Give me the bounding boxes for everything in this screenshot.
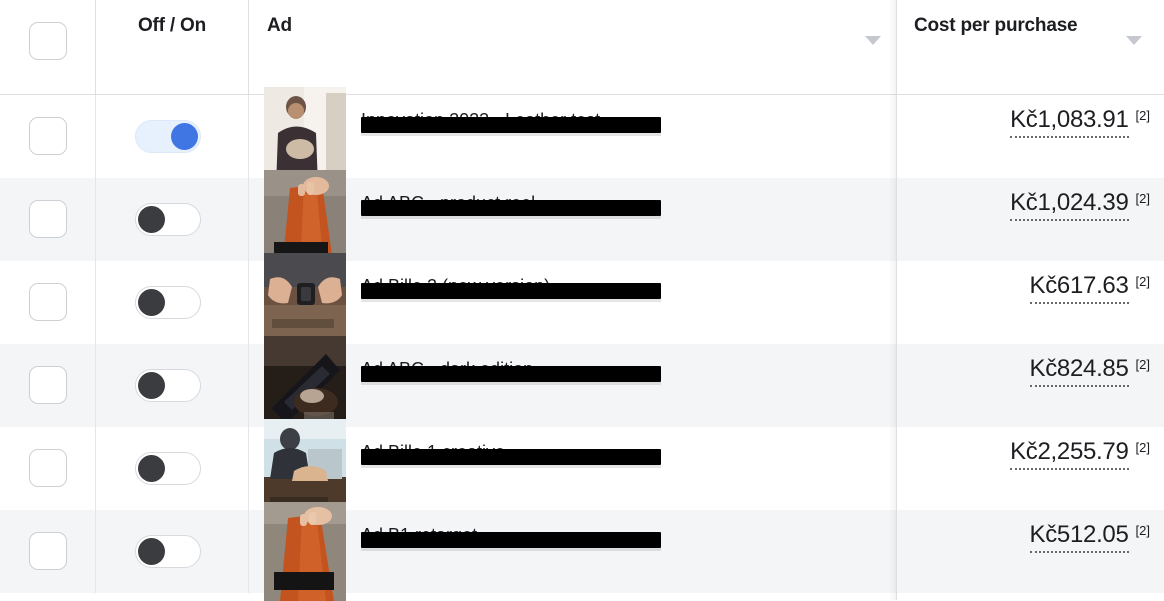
row-ad-cell: Ad ABC - product reel (248, 170, 896, 269)
row-cost-cell: Kč2,255.79 [2] (896, 427, 1164, 510)
toggle-knob (171, 123, 198, 150)
row-select-cell (0, 427, 95, 510)
column-header-onoff: Off / On (95, 0, 248, 94)
footnote-marker[interactable]: [2] (1136, 522, 1150, 539)
table-row[interactable]: Innovation 2023 - Leather test Kč1,083.91… (0, 87, 1164, 186)
footnote-marker[interactable]: [2] (1136, 356, 1150, 373)
onoff-toggle[interactable] (135, 369, 201, 402)
cost-per-purchase: Kč1,083.91 [2] (1010, 105, 1150, 138)
row-select-cell (0, 178, 95, 261)
cost-per-purchase-value[interactable]: Kč1,024.39 (1010, 188, 1129, 221)
chevron-down-icon[interactable] (865, 36, 881, 45)
redaction-bar (361, 449, 661, 468)
table-row[interactable]: Ad ABC - product reel Kč1,024.39 [2] (0, 170, 1164, 269)
column-header-select (0, 0, 95, 94)
row-cost-cell: Kč1,083.91 [2] (896, 95, 1164, 178)
table-row[interactable]: Ad Bille 1 creative Kč2,255.79 [2] (0, 419, 1164, 518)
row-onoff-cell (95, 427, 248, 510)
footnote-marker[interactable]: [2] (1136, 273, 1150, 290)
row-select-cell (0, 344, 95, 427)
row-onoff-cell (95, 178, 248, 261)
row-checkbox[interactable] (29, 117, 67, 155)
row-onoff-cell (95, 344, 248, 427)
row-ad-cell: Innovation 2023 - Leather test (248, 87, 896, 186)
row-checkbox[interactable] (29, 449, 67, 487)
onoff-toggle[interactable] (135, 120, 201, 153)
row-checkbox[interactable] (29, 200, 67, 238)
cost-per-purchase: Kč1,024.39 [2] (1010, 188, 1150, 221)
footnote-marker[interactable]: [2] (1136, 190, 1150, 207)
row-checkbox[interactable] (29, 366, 67, 404)
row-cost-cell: Kč512.05 [2] (896, 510, 1164, 593)
cost-per-purchase: Kč512.05 [2] (1029, 520, 1150, 553)
toggle-knob (138, 206, 165, 233)
cost-per-purchase-value[interactable]: Kč824.85 (1029, 354, 1129, 387)
row-ad-cell: Ad ABC - dark edition (248, 336, 896, 435)
table-body: Innovation 2023 - Leather test Kč1,083.91… (0, 87, 1164, 601)
toggle-knob (138, 289, 165, 316)
row-checkbox[interactable] (29, 532, 67, 570)
onoff-toggle[interactable] (135, 452, 201, 485)
table-row[interactable]: Ad B1 retarget Kč512.05 [2] (0, 502, 1164, 601)
table-header-row: Off / On Ad Cost per purchase (0, 0, 1164, 95)
select-all-checkbox[interactable] (29, 22, 67, 60)
row-cost-cell: Kč824.85 [2] (896, 344, 1164, 427)
redaction-bar (361, 366, 661, 385)
cost-per-purchase-value[interactable]: Kč2,255.79 (1010, 437, 1129, 470)
table-row[interactable]: Ad ABC - dark edition Kč824.85 [2] (0, 336, 1164, 435)
row-onoff-cell (95, 510, 248, 593)
row-ad-cell: Ad Bille 1 creative (248, 419, 896, 518)
cost-per-purchase-value[interactable]: Kč512.05 (1029, 520, 1129, 553)
cost-per-purchase: Kč2,255.79 [2] (1010, 437, 1150, 470)
column-header-onoff-label: Off / On (137, 15, 207, 36)
toggle-knob (138, 455, 165, 482)
cost-per-purchase-value[interactable]: Kč617.63 (1029, 271, 1129, 304)
table-row[interactable]: Ad Bille 2 (new version) Kč617.63 [2] (0, 253, 1164, 352)
column-header-cost-per-purchase[interactable]: Cost per purchase (896, 0, 1164, 94)
row-cost-cell: Kč617.63 [2] (896, 261, 1164, 344)
chevron-down-icon[interactable] (1126, 36, 1142, 45)
row-onoff-cell (95, 95, 248, 178)
cost-per-purchase: Kč824.85 [2] (1029, 354, 1150, 387)
redaction-bar (361, 117, 661, 136)
cost-per-purchase-value[interactable]: Kč1,083.91 (1010, 105, 1129, 138)
onoff-toggle[interactable] (135, 203, 201, 236)
row-ad-cell: Ad Bille 2 (new version) (248, 253, 896, 352)
row-onoff-cell (95, 261, 248, 344)
redaction-bar (361, 532, 661, 551)
redaction-bar (361, 200, 661, 219)
onoff-toggle[interactable] (135, 286, 201, 319)
column-header-cost-label: Cost per purchase (914, 15, 1078, 36)
row-select-cell (0, 510, 95, 593)
footnote-marker[interactable]: [2] (1136, 439, 1150, 456)
row-select-cell (0, 261, 95, 344)
toggle-knob (138, 538, 165, 565)
row-ad-cell: Ad B1 retarget (248, 502, 896, 601)
row-select-cell (0, 95, 95, 178)
toggle-knob (138, 372, 165, 399)
ads-table: Off / On Ad Cost per purchase Innovation… (0, 0, 1164, 601)
onoff-toggle[interactable] (135, 535, 201, 568)
footnote-marker[interactable]: [2] (1136, 107, 1150, 124)
column-header-ad-label: Ad (267, 15, 292, 36)
ad-thumbnail[interactable] (264, 502, 346, 601)
row-cost-cell: Kč1,024.39 [2] (896, 178, 1164, 261)
cost-per-purchase: Kč617.63 [2] (1029, 271, 1150, 304)
row-checkbox[interactable] (29, 283, 67, 321)
redaction-bar (361, 283, 661, 302)
column-header-ad[interactable]: Ad (248, 0, 896, 94)
